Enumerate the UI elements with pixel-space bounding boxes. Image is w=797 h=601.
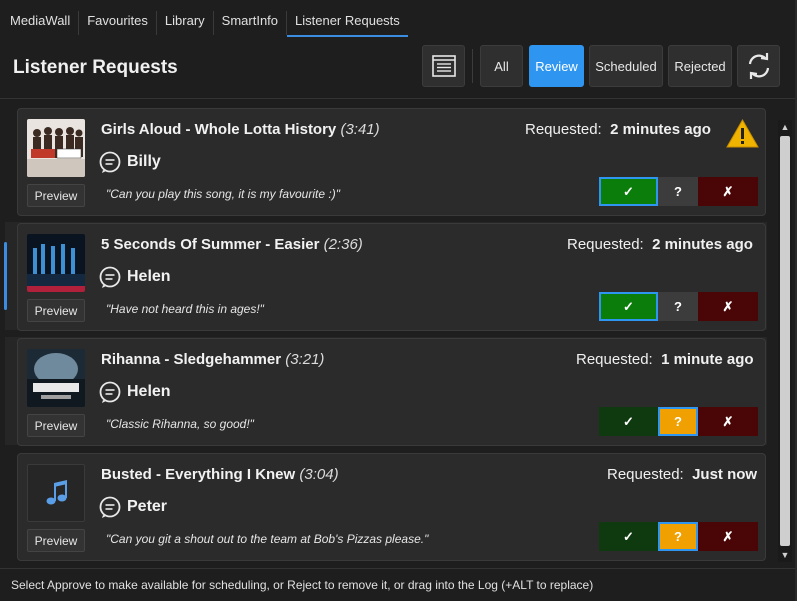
hold-button[interactable]: ?: [658, 407, 698, 436]
request-card[interactable]: Preview 5 Seconds Of Summer - Easier (2:…: [17, 223, 766, 331]
tab-smartinfo[interactable]: SmartInfo: [214, 11, 288, 35]
requested-time: Requested: Just now: [607, 466, 758, 483]
filter-review-button[interactable]: Review: [529, 45, 584, 87]
song-title: Busted - Everything I Knew (3:04): [101, 466, 339, 483]
filter-all-button[interactable]: All: [480, 45, 523, 87]
selection-indicator: [4, 242, 7, 310]
approve-button[interactable]: ✓: [599, 407, 658, 436]
hold-button[interactable]: ?: [658, 177, 698, 206]
preview-button[interactable]: Preview: [27, 184, 85, 207]
warning-icon: [726, 119, 759, 148]
request-card[interactable]: Preview Busted - Everything I Knew (3:04…: [17, 453, 766, 561]
list-icon: [431, 55, 456, 77]
hold-button[interactable]: ?: [658, 522, 698, 551]
chat-icon: [99, 266, 121, 288]
requester: Billy: [98, 150, 161, 174]
request-message: "Classic Rihanna, so good!": [106, 417, 254, 431]
approve-button[interactable]: ✓: [599, 292, 658, 321]
page-title: Listener Requests: [13, 57, 178, 78]
request-list: Preview Girls Aloud - Whole Lotta Histor…: [0, 100, 778, 568]
reject-button[interactable]: ✗: [698, 177, 758, 206]
preview-button[interactable]: Preview: [27, 529, 85, 552]
tab-mediawall[interactable]: MediaWall: [0, 11, 80, 35]
approve-button[interactable]: ✓: [599, 522, 658, 551]
page-header: Listener Requests All Review Scheduled R…: [0, 35, 797, 98]
requester: Peter: [98, 495, 167, 519]
status-hint: Select Approve to make available for sch…: [11, 578, 594, 592]
request-card[interactable]: Preview Rihanna - Sledgehammer (3:21) Re…: [17, 338, 766, 446]
album-art: [27, 349, 85, 407]
tab-bar: MediaWall Favourites Library SmartInfo L…: [0, 0, 797, 37]
request-card[interactable]: Preview Girls Aloud - Whole Lotta Histor…: [17, 108, 766, 216]
request-message: "Can you git a shout out to the team at …: [106, 532, 429, 546]
action-buttons: ✓ ? ✗: [599, 292, 758, 321]
filter-rejected-button[interactable]: Rejected: [668, 45, 732, 87]
chat-icon: [99, 151, 121, 173]
request-message: "Have not heard this in ages!": [106, 302, 264, 316]
preview-button[interactable]: Preview: [27, 414, 85, 437]
album-art: [27, 234, 85, 292]
song-title: 5 Seconds Of Summer - Easier (2:36): [101, 236, 363, 253]
requester: Helen: [98, 380, 171, 404]
scrollbar[interactable]: ▲ ▼: [778, 120, 792, 562]
requested-time: Requested: 2 minutes ago: [525, 121, 711, 138]
approve-button[interactable]: ✓: [599, 177, 658, 206]
scroll-up-arrow-icon[interactable]: ▲: [778, 120, 792, 134]
action-buttons: ✓ ? ✗: [599, 177, 758, 206]
refresh-button[interactable]: [737, 45, 780, 87]
reject-button[interactable]: ✗: [698, 292, 758, 321]
reject-button[interactable]: ✗: [698, 522, 758, 551]
action-buttons: ✓ ? ✗: [599, 407, 758, 436]
scroll-down-arrow-icon[interactable]: ▼: [778, 548, 792, 562]
filter-scheduled-button[interactable]: Scheduled: [589, 45, 663, 87]
music-note-icon: [46, 480, 67, 505]
list-view-button[interactable]: [422, 45, 465, 87]
chat-icon: [99, 381, 121, 403]
tab-listener-requests[interactable]: Listener Requests: [287, 11, 408, 37]
requested-time: Requested: 1 minute ago: [576, 351, 754, 368]
album-art-placeholder: [27, 464, 85, 522]
hold-button[interactable]: ?: [658, 292, 698, 321]
tab-favourites[interactable]: Favourites: [79, 11, 157, 35]
requested-time: Requested: 2 minutes ago: [567, 236, 753, 253]
header-divider: [0, 98, 797, 99]
action-buttons: ✓ ? ✗: [599, 522, 758, 551]
requester: Helen: [98, 265, 171, 289]
album-art: [27, 119, 85, 177]
preview-button[interactable]: Preview: [27, 299, 85, 322]
chat-icon: [99, 496, 121, 518]
song-title: Rihanna - Sledgehammer (3:21): [101, 351, 325, 368]
request-message: "Can you play this song, it is my favour…: [106, 187, 340, 201]
song-title: Girls Aloud - Whole Lotta History (3:41): [101, 121, 380, 138]
scrollbar-thumb[interactable]: [780, 136, 790, 546]
footer-divider: [0, 568, 797, 569]
refresh-icon: [748, 53, 769, 79]
toolbar-separator: [472, 49, 473, 83]
tab-library[interactable]: Library: [157, 11, 214, 35]
reject-button[interactable]: ✗: [698, 407, 758, 436]
